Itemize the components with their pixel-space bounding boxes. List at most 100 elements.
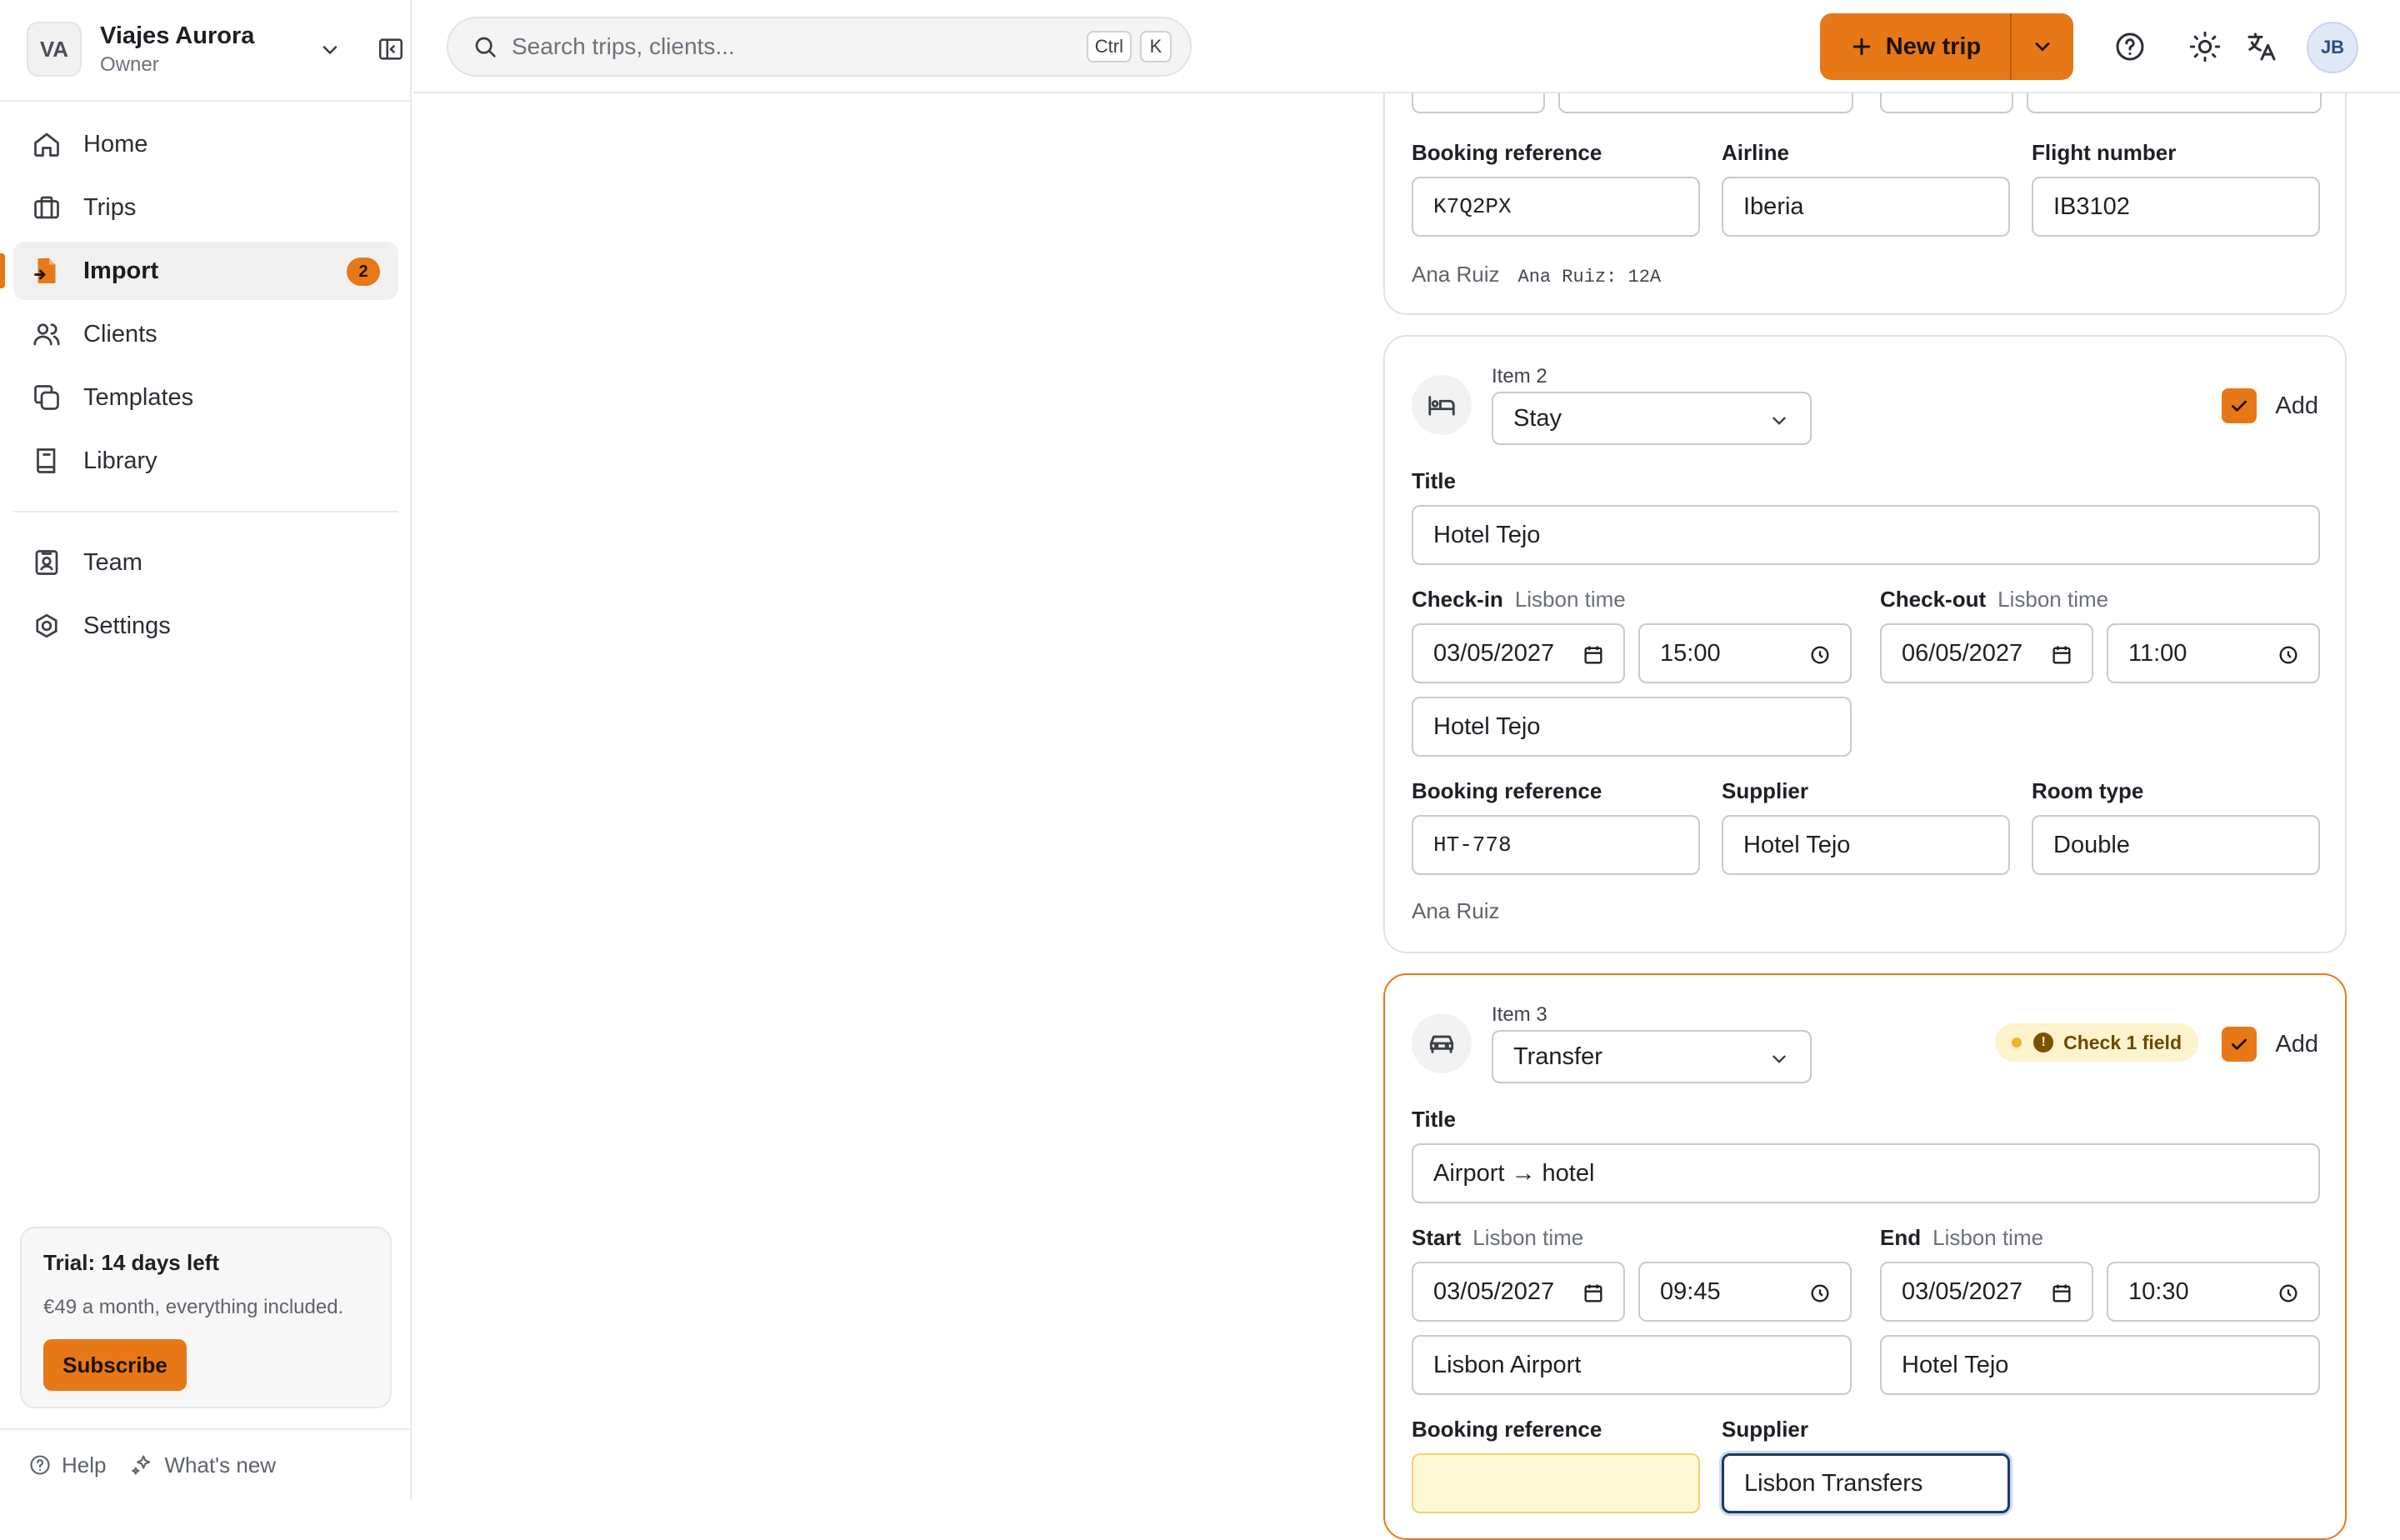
help-circle-icon <box>30 1455 50 1475</box>
file-import-icon <box>32 256 62 286</box>
nav-label: Library <box>83 447 158 474</box>
nav-item-trips[interactable]: Trips <box>13 178 398 237</box>
title-input[interactable]: Hotel Tejo <box>1412 505 2320 565</box>
start-date-value: 03/05/2027 <box>1433 1278 1555 1305</box>
nav-label: Team <box>83 548 142 576</box>
clock-icon[interactable] <box>1808 643 1832 667</box>
new-trip-label: New trip <box>1885 32 1982 60</box>
nav-label: Settings <box>83 612 171 639</box>
nav-item-settings[interactable]: Settings <box>13 597 398 655</box>
user-avatar[interactable]: JB <box>2307 22 2358 73</box>
traveller-line: Ana Ruiz <box>1412 898 1500 924</box>
airline-input[interactable]: Iberia <box>1722 177 2010 237</box>
nav-item-team[interactable]: Team <box>13 533 398 592</box>
import-count-badge: 2 <box>347 258 380 286</box>
checkout-date-input[interactable]: 06/05/2027 <box>1880 623 2093 683</box>
warning-dot <box>2012 1038 2022 1048</box>
shortcut-key: K <box>1140 31 1172 62</box>
nav-label: Home <box>83 130 148 158</box>
item-number: Item 2 <box>1492 365 1548 388</box>
add-item-checkbox[interactable]: Add <box>2222 388 2318 423</box>
topbar: Ctrl K New trip JB <box>413 0 2400 93</box>
sidebar-footer: Help What's new <box>0 1428 412 1500</box>
title-input[interactable]: Airport → hotel <box>1412 1143 2320 1203</box>
end-date-value: 03/05/2027 <box>1902 1278 2023 1305</box>
sidebar-collapse-icon[interactable] <box>377 35 405 63</box>
chevron-down-icon[interactable] <box>318 38 342 62</box>
search-box[interactable]: Ctrl K <box>447 17 1192 77</box>
start-time-value: 09:45 <box>1660 1278 1721 1305</box>
trial-banner: Trial: 14 days left €49 a month, everyth… <box>20 1227 392 1408</box>
item-type-select[interactable]: Transfer <box>1492 1030 1812 1083</box>
room-type-input[interactable]: Double <box>2032 815 2320 875</box>
calendar-icon[interactable] <box>2050 1282 2073 1305</box>
import-item-card-3: Item 3 Transfer ! Check 1 field Add Titl… <box>1383 973 2347 1540</box>
divider <box>13 511 398 512</box>
supplier-input[interactable]: Lisbon Transfers <box>1722 1453 2010 1513</box>
booking-ref-input[interactable] <box>1412 1453 1700 1513</box>
from-location-input[interactable]: Lisbon Airport <box>1412 1335 1852 1395</box>
clock-icon[interactable] <box>2277 643 2300 667</box>
end-time-input[interactable]: 10:30 <box>2107 1262 2320 1322</box>
book-icon <box>32 446 62 476</box>
new-trip-menu-button[interactable] <box>2010 13 2073 80</box>
nav-item-library[interactable]: Library <box>13 432 398 490</box>
end-date-input[interactable]: 03/05/2027 <box>1880 1262 2093 1322</box>
clock-icon[interactable] <box>1808 1282 1832 1305</box>
help-button[interactable] <box>2112 28 2148 65</box>
nav-item-clients[interactable]: Clients <box>13 305 398 363</box>
check-field-warning-badge[interactable]: ! Check 1 field <box>1995 1023 2198 1062</box>
chevron-down-icon <box>1772 417 1786 425</box>
bed-icon <box>1412 375 1472 435</box>
help-link[interactable]: Help <box>28 1452 106 1478</box>
add-label: Add <box>2275 1030 2318 1058</box>
item-type-value: Transfer <box>1513 1042 1602 1070</box>
calendar-icon[interactable] <box>1582 643 1605 667</box>
checkout-label: Check-out Lisbon time <box>1880 587 2109 612</box>
subscribe-button[interactable]: Subscribe <box>43 1339 187 1391</box>
checkin-date-input[interactable]: 03/05/2027 <box>1412 623 1625 683</box>
nav-item-templates[interactable]: Templates <box>13 368 398 427</box>
item-type-select[interactable]: Stay <box>1492 392 1812 445</box>
sparkle-icon <box>132 1455 151 1475</box>
calendar-icon[interactable] <box>1582 1282 1605 1305</box>
item-type-value: Stay <box>1513 404 1562 432</box>
booking-ref-label: Booking reference <box>1412 1417 1602 1442</box>
clock-icon[interactable] <box>2277 1282 2300 1305</box>
workspace-avatar: VA <box>27 22 82 77</box>
supplier-input[interactable]: Hotel Tejo <box>1722 815 2010 875</box>
to-location-input[interactable]: Hotel Tejo <box>1880 1335 2320 1395</box>
nav-item-import[interactable]: Import 2 <box>0 242 398 300</box>
new-trip-button[interactable]: New trip <box>1820 13 2010 80</box>
booking-ref-input[interactable]: K7Q2PX <box>1412 177 1700 237</box>
users-icon <box>32 319 62 349</box>
theme-toggle-button[interactable] <box>2187 28 2223 65</box>
room-type-label: Room type <box>2032 778 2144 803</box>
home-icon <box>32 129 62 159</box>
airline-label: Airline <box>1722 140 1789 165</box>
active-indicator <box>0 253 5 288</box>
workspace-switcher[interactable]: VA Viajes Aurora Owner <box>27 20 403 78</box>
checkout-time-value: 11:00 <box>2128 639 2188 667</box>
checkin-date-value: 03/05/2027 <box>1433 639 1555 667</box>
calendar-icon[interactable] <box>2050 643 2073 667</box>
start-time-input[interactable]: 09:45 <box>1638 1262 1852 1322</box>
car-icon <box>1412 1013 1472 1073</box>
flight-number-input[interactable]: IB3102 <box>2032 177 2320 237</box>
location-input[interactable]: Hotel Tejo <box>1412 697 1852 757</box>
booking-ref-input[interactable]: HT-778 <box>1412 815 1700 875</box>
checkout-time-input[interactable]: 11:00 <box>2107 623 2320 683</box>
workspace-role: Owner <box>100 52 159 76</box>
new-trip-split-button: New trip <box>1820 13 2073 80</box>
nav-item-home[interactable]: Home <box>13 115 398 173</box>
language-button[interactable] <box>2243 28 2280 65</box>
traveller-name: Ana Ruiz <box>1412 262 1500 287</box>
checkin-time-input[interactable]: 15:00 <box>1638 623 1852 683</box>
start-date-input[interactable]: 03/05/2027 <box>1412 1262 1625 1322</box>
import-item-card-2: Item 2 Stay Add Title Hotel Tejo Check-i… <box>1383 335 2347 953</box>
whats-new-link[interactable]: What's new <box>131 1452 276 1478</box>
checkin-time-value: 15:00 <box>1660 639 1721 667</box>
add-item-checkbox[interactable]: Add <box>2222 1027 2318 1062</box>
copy-icon <box>32 382 62 412</box>
search-input[interactable] <box>512 33 1087 60</box>
